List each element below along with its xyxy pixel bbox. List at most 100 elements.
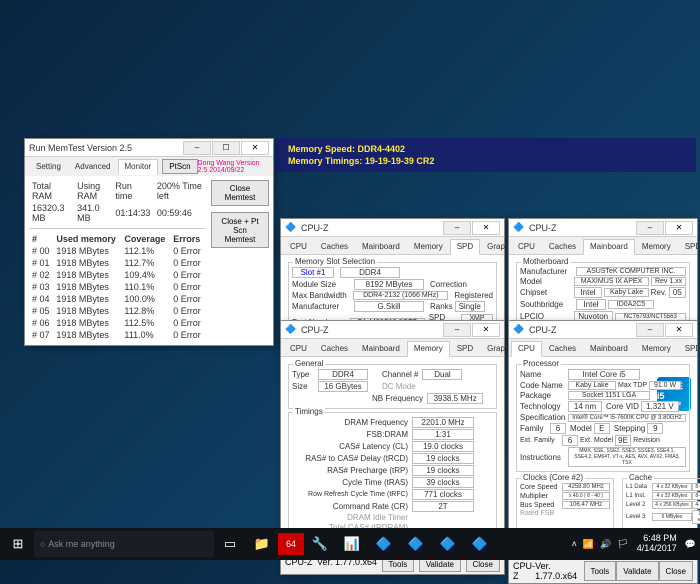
- clock[interactable]: 6:48 PM 4/14/2017: [633, 534, 681, 554]
- tab-cpu[interactable]: CPU: [511, 341, 542, 357]
- cpuz-icon: 🔷: [285, 222, 297, 234]
- close-button[interactable]: ✕: [472, 221, 500, 235]
- tab-spd[interactable]: SPD: [678, 239, 700, 254]
- l-l1i: L1 Inst.: [626, 493, 652, 499]
- v-fsb: 1:31: [412, 429, 474, 440]
- status-ver: Ver. 1.77.0.x64: [535, 561, 583, 581]
- cell: 1918 MBytes: [53, 329, 121, 341]
- cpu-g1: Processor: [521, 359, 561, 368]
- table-row: # 031918 MBytes110.1%0 Error: [29, 281, 205, 293]
- v-timeleft: 00:59:46: [154, 202, 205, 224]
- v-chan: Dual: [422, 369, 462, 380]
- tab-caches[interactable]: Caches: [542, 239, 583, 254]
- close-button[interactable]: ✕: [241, 141, 269, 155]
- tools-button[interactable]: Tools: [584, 561, 617, 581]
- cell: # 00: [29, 245, 53, 257]
- ptscn-button[interactable]: PtScn: [162, 159, 197, 174]
- v-pkg: Socket 1151 LGA: [568, 391, 650, 400]
- min-button[interactable]: –: [443, 221, 471, 235]
- tab-spd[interactable]: SPD: [450, 239, 480, 255]
- tab-mainboard[interactable]: Mainboard: [583, 239, 635, 255]
- min-button[interactable]: –: [443, 323, 471, 337]
- l-idle: DRAM Idle Timer: [292, 513, 412, 522]
- tab-caches[interactable]: Caches: [314, 341, 355, 356]
- slot-select[interactable]: Slot #1: [292, 267, 334, 278]
- v-efam: 6: [562, 435, 578, 446]
- close-memtest-button[interactable]: Close Memtest: [211, 180, 269, 206]
- tray-icon[interactable]: 📶: [581, 539, 596, 550]
- close-button[interactable]: ✕: [665, 323, 693, 337]
- tab-mainboard[interactable]: Mainboard: [583, 341, 635, 356]
- tab-memory[interactable]: Memory: [407, 341, 450, 357]
- start-button[interactable]: ⊞: [2, 530, 34, 558]
- v-manu: G.Skill: [354, 301, 424, 312]
- v-chipset: Intel: [574, 287, 603, 298]
- min-button[interactable]: –: [183, 141, 211, 155]
- l-emodel: Ext. Model: [580, 437, 613, 444]
- task-view-icon[interactable]: ▭: [214, 530, 246, 558]
- tab-mainboard[interactable]: Mainboard: [355, 341, 407, 356]
- app-icon[interactable]: 🔷: [368, 530, 400, 558]
- cpuz-title: CPU-Z: [301, 223, 443, 233]
- v-size: 16 GBytes: [318, 381, 368, 392]
- cell: 1918 MBytes: [53, 245, 121, 257]
- col-used: Used memory: [53, 233, 121, 245]
- app-icon[interactable]: 🔷: [432, 530, 464, 558]
- close-button[interactable]: ✕: [472, 323, 500, 337]
- app-icon[interactable]: 🔧: [304, 530, 336, 558]
- spd-group-title: Memory Slot Selection: [293, 257, 377, 266]
- cell: # 06: [29, 317, 53, 329]
- cell: # 01: [29, 257, 53, 269]
- v-l1i: 4 x 32 KBytes: [652, 492, 692, 500]
- tab-memory[interactable]: Memory: [635, 239, 678, 254]
- tab-spd[interactable]: SPD: [678, 341, 700, 356]
- max-button[interactable]: ☐: [212, 141, 240, 155]
- cell: 1918 MBytes: [53, 269, 121, 281]
- cell: 0 Error: [170, 281, 205, 293]
- cell: 110.1%: [121, 281, 170, 293]
- app-icon[interactable]: 🔷: [400, 530, 432, 558]
- tab-memory[interactable]: Memory: [407, 239, 450, 254]
- tab-cpu[interactable]: CPU: [511, 239, 542, 254]
- v-code: Kaby Lake: [568, 381, 616, 390]
- app-icon[interactable]: 📊: [336, 530, 368, 558]
- tab-mainboard[interactable]: Mainboard: [355, 239, 407, 254]
- app-icon[interactable]: 🔷: [464, 530, 496, 558]
- min-button[interactable]: –: [636, 323, 664, 337]
- min-button[interactable]: –: [636, 221, 664, 235]
- cell: # 03: [29, 281, 53, 293]
- tray-chevron-icon[interactable]: ˄: [570, 539, 579, 549]
- explorer-icon[interactable]: 📁: [246, 530, 278, 558]
- close-ptscn-button[interactable]: Close + Pt Scn Memtest: [211, 212, 269, 248]
- validate-button[interactable]: Validate: [616, 561, 658, 581]
- tab-spd[interactable]: SPD: [450, 341, 480, 356]
- l-fam: Family: [520, 424, 550, 433]
- tab-caches[interactable]: Caches: [314, 239, 355, 254]
- tab-memory[interactable]: Memory: [635, 341, 678, 356]
- tray-icon[interactable]: 🔊: [598, 539, 613, 550]
- app-icon[interactable]: 64: [278, 533, 304, 555]
- l-l3: Level 3: [626, 514, 652, 520]
- tab-advanced[interactable]: Advanced: [68, 159, 118, 174]
- tray-icon[interactable]: 🏳: [615, 539, 630, 550]
- mem-g2: Timings: [293, 407, 325, 416]
- notification-icon[interactable]: 💬: [683, 539, 698, 550]
- tab-cpu[interactable]: CPU: [283, 341, 314, 356]
- l-tdp: Max TDP: [618, 382, 647, 389]
- v-mult: x 40.0 ( 8 - 40 ): [562, 492, 610, 500]
- v-l22: 4-way: [692, 501, 700, 509]
- tab-caches[interactable]: Caches: [542, 341, 583, 356]
- tab-monitor[interactable]: Monitor: [118, 159, 159, 175]
- close-button[interactable]: Close: [659, 561, 693, 581]
- l-cr: Command Rate (CR): [292, 502, 412, 511]
- tab-setting[interactable]: Setting: [29, 159, 68, 174]
- tab-cpu[interactable]: CPU: [283, 239, 314, 254]
- mem-g1: General: [293, 359, 325, 368]
- l-efam: Ext. Family: [520, 437, 562, 444]
- v-trp: 19 clocks: [412, 465, 474, 476]
- l-ranks: Ranks: [430, 302, 453, 311]
- search-box[interactable]: ○ Ask me anything: [34, 531, 214, 557]
- close-button[interactable]: ✕: [665, 221, 693, 235]
- l-type: Type: [292, 370, 318, 379]
- clock-date: 4/14/2017: [637, 544, 677, 554]
